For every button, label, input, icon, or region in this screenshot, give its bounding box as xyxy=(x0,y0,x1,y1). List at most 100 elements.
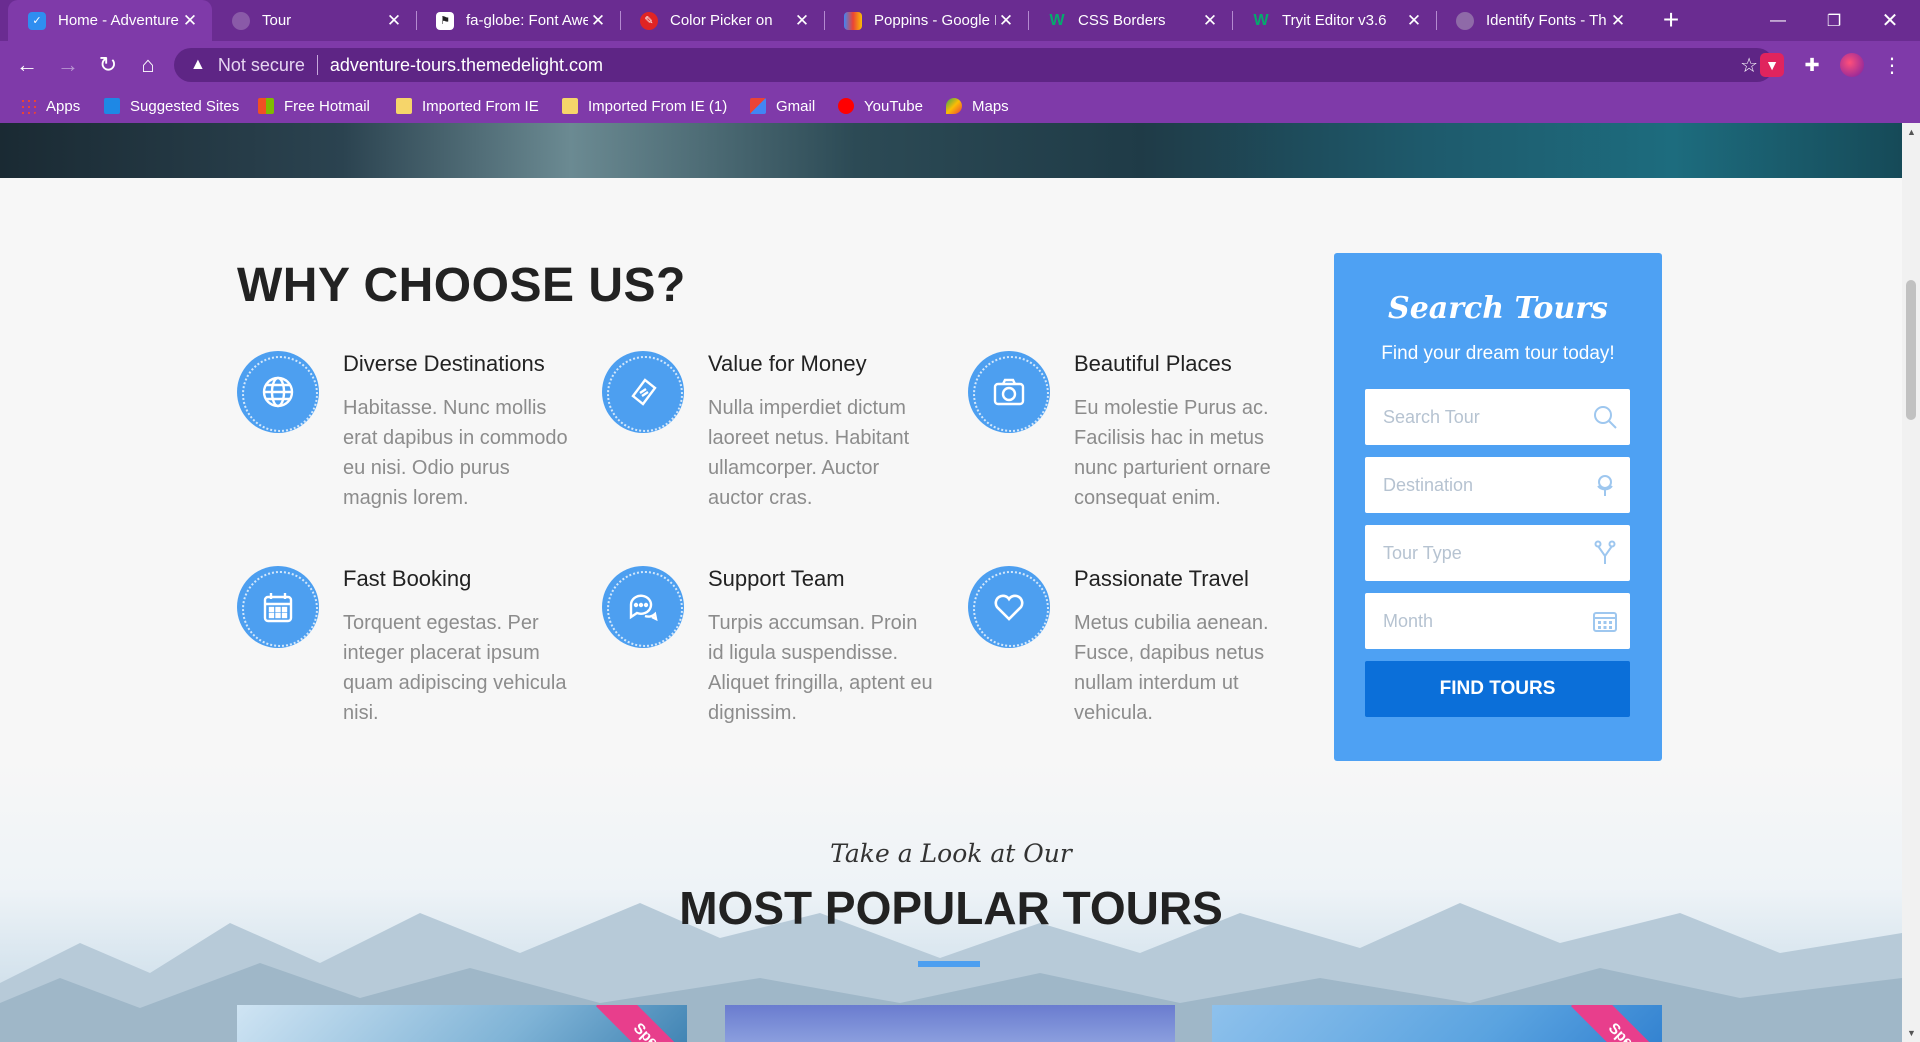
globe-icon xyxy=(1456,11,1474,30)
tab-home-adventure[interactable]: ✓ Home - Adventure ✕ xyxy=(8,0,212,41)
tab-identify-fonts[interactable]: Identify Fonts - Th ✕ xyxy=(1436,0,1640,41)
bookmark-label: Apps xyxy=(46,97,81,115)
search-tour-input[interactable]: Search Tour xyxy=(1365,389,1630,445)
calendar-icon xyxy=(1593,612,1617,632)
ribbon-label: Spec xyxy=(630,1019,668,1042)
bookmark-free-hotmail[interactable]: Free Hotmail xyxy=(258,89,370,123)
flag-icon: ⚑ xyxy=(436,11,454,30)
feature-title: Diverse Destinations xyxy=(343,351,545,376)
month-select[interactable]: Month xyxy=(1365,593,1630,649)
bookmark-youtube[interactable]: YouTube xyxy=(838,89,923,123)
picker-icon: ✎ xyxy=(640,11,658,30)
gmail-icon xyxy=(750,98,766,114)
bookmark-label: Imported From IE (1) xyxy=(588,97,728,115)
calendar-icon xyxy=(237,566,319,648)
close-icon[interactable]: ✕ xyxy=(1608,11,1628,31)
search-title: Search Tours xyxy=(1388,291,1608,326)
avatar[interactable] xyxy=(1840,53,1864,77)
bookmark-label: Suggested Sites xyxy=(130,97,240,115)
search-tours-card: Search Tours Find your dream tour today!… xyxy=(1334,253,1662,761)
tab-label: Tour xyxy=(262,12,292,29)
fork-icon xyxy=(1594,540,1616,564)
pocket-icon[interactable]: ▼ xyxy=(1760,53,1784,77)
page-scrollbar[interactable]: ▲ ▼ xyxy=(1902,123,1920,1042)
tab-poppins[interactable]: Poppins - Google F ✕ xyxy=(824,0,1028,41)
new-tab-button[interactable]: + xyxy=(1656,6,1686,36)
scroll-down-icon[interactable]: ▼ xyxy=(1907,1028,1916,1038)
address-bar[interactable]: ▲ Not secure adventure-tours.themedeligh… xyxy=(174,48,1774,82)
scrollbar-thumb[interactable] xyxy=(1906,280,1916,420)
scroll-up-icon[interactable]: ▲ xyxy=(1907,127,1916,137)
close-icon[interactable]: ✕ xyxy=(1200,11,1220,31)
forward-icon[interactable]: → xyxy=(52,49,84,81)
feature-text: Eu molestie Purus ac. Facilisis hac in m… xyxy=(1074,397,1271,509)
window-close-icon[interactable]: ✕ xyxy=(1866,0,1914,41)
tab-fa-globe[interactable]: ⚑ fa-globe: Font Awe ✕ xyxy=(416,0,620,41)
maps-icon xyxy=(946,98,962,114)
search-icon xyxy=(1594,406,1617,429)
bookmark-suggested-sites[interactable]: Suggested Sites xyxy=(104,89,239,123)
field-placeholder: Destination xyxy=(1383,474,1474,495)
feature-text: Torquent egestas. Per integer placerat i… xyxy=(343,612,567,724)
tab-label: Tryit Editor v3.6 xyxy=(1282,12,1387,29)
menu-icon[interactable]: ⋮ xyxy=(1880,53,1904,77)
tour-type-select[interactable]: Tour Type xyxy=(1365,525,1630,581)
ticket-icon xyxy=(602,351,684,433)
youtube-icon xyxy=(838,98,854,114)
bing-icon xyxy=(104,98,120,114)
destination-input[interactable]: Destination xyxy=(1365,457,1630,513)
bookmark-imported-ie-1[interactable]: Imported From IE (1) xyxy=(562,89,727,123)
close-icon[interactable]: ✕ xyxy=(792,11,812,31)
field-placeholder: Tour Type xyxy=(1383,542,1462,563)
warning-icon: ▲ xyxy=(190,56,206,73)
tour-card[interactable] xyxy=(725,1005,1175,1042)
tab-css-borders[interactable]: W CSS Borders ✕ xyxy=(1028,0,1232,41)
tab-label: Color Picker on xyxy=(670,12,773,29)
folder-icon xyxy=(562,98,578,114)
feature-title: Support Team xyxy=(708,566,845,591)
page-viewport: WHY CHOOSE US? Diverse Destinations Habi… xyxy=(0,123,1902,1042)
feature-text: Habitasse. Nunc mollis erat dapibus in c… xyxy=(343,397,568,509)
restore-icon[interactable]: ❐ xyxy=(1810,0,1858,41)
bookmark-gmail[interactable]: Gmail xyxy=(750,89,815,123)
close-icon[interactable]: ✕ xyxy=(996,11,1016,31)
close-icon[interactable]: ✕ xyxy=(384,11,404,31)
tour-card[interactable]: Spec xyxy=(237,1005,687,1042)
tab-strip: ✓ Home - Adventure ✕ Tour ✕ ⚑ fa-globe: … xyxy=(0,0,1920,41)
extensions-icon[interactable]: ✚ xyxy=(1800,53,1824,77)
popular-subtitle: Take a Look at Our xyxy=(830,839,1072,868)
back-icon[interactable]: ← xyxy=(11,49,43,81)
field-placeholder: Month xyxy=(1383,610,1434,631)
feature-text: Turpis accumsan. Proin id ligula suspend… xyxy=(708,612,933,724)
reload-icon[interactable]: ↻ xyxy=(92,49,124,81)
bookmark-imported-ie[interactable]: Imported From IE xyxy=(396,89,539,123)
field-placeholder: Search Tour xyxy=(1383,406,1480,427)
folder-icon xyxy=(396,98,412,114)
tab-tour[interactable]: Tour ✕ xyxy=(212,0,416,41)
tab-label: Identify Fonts - Th xyxy=(1486,12,1607,29)
find-tours-button[interactable]: FIND TOURS xyxy=(1365,661,1630,717)
feature-title: Fast Booking xyxy=(343,566,472,591)
tour-card[interactable]: Spec xyxy=(1212,1005,1662,1042)
minimize-icon[interactable]: — xyxy=(1754,0,1802,41)
close-icon[interactable]: ✕ xyxy=(588,11,608,31)
bookmark-apps[interactable]: Apps xyxy=(20,89,80,123)
divider xyxy=(316,55,318,75)
bookmark-label: YouTube xyxy=(864,97,923,115)
tab-color-picker[interactable]: ✎ Color Picker on ✕ xyxy=(620,0,824,41)
bookmark-maps[interactable]: Maps xyxy=(946,89,1009,123)
special-ribbon: Spec xyxy=(595,1005,687,1042)
bookmark-star-icon[interactable]: ☆ xyxy=(1740,53,1758,78)
tab-tryit-editor[interactable]: W Tryit Editor v3.6 ✕ xyxy=(1232,0,1436,41)
heart-icon xyxy=(968,566,1050,648)
tab-label: fa-globe: Font Awe xyxy=(466,12,588,29)
feature-title: Value for Money xyxy=(708,351,867,376)
special-ribbon: Spec xyxy=(1570,1005,1662,1042)
close-icon[interactable]: ✕ xyxy=(180,11,200,31)
w3schools-icon: W xyxy=(1049,11,1065,29)
security-status: Not secure xyxy=(217,54,305,75)
close-icon[interactable]: ✕ xyxy=(1404,11,1424,31)
home-icon[interactable]: ⌂ xyxy=(132,49,164,81)
w3schools-icon: W xyxy=(1253,11,1269,29)
search-subtitle: Find your dream tour today! xyxy=(1381,343,1615,364)
